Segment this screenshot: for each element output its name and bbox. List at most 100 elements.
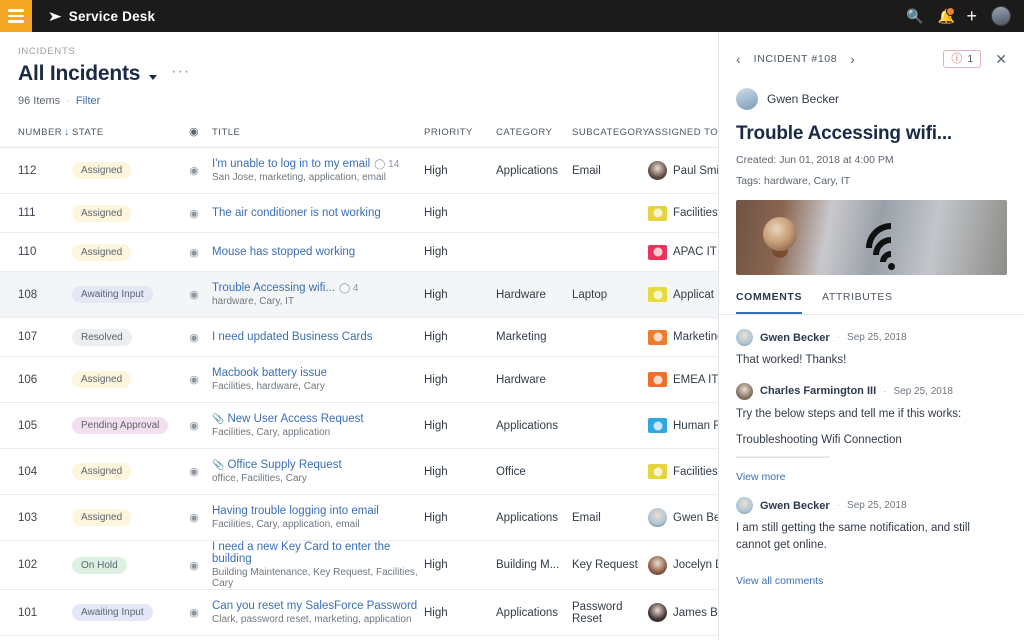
close-icon[interactable]: ✕ [995,52,1007,66]
column-header-subcategory[interactable]: SUBCATEGORY [572,125,648,148]
column-header-assigned-to[interactable]: ASSIGNED TO [648,125,718,148]
comment-avatar [736,383,753,400]
list-meta: 96 Items · Filter [18,95,700,107]
chevron-right-icon[interactable]: › [850,52,855,66]
laptop-wifi-photo[interactable] [736,200,1007,275]
eye-icon: ◉ [189,374,199,386]
table-row[interactable]: 101Awaiting Input◉Can you reset my Sales… [0,590,718,636]
incident-tags: Clark, password reset, marketing, applic… [212,614,424,625]
incident-title-link[interactable]: I'm unable to log in to my email [212,158,370,170]
cell-state: Resolved [72,318,176,357]
watch-toggle[interactable]: ◉ [176,449,212,495]
table-row[interactable]: 111Assigned◉The air conditioner is not w… [0,194,718,233]
table-row[interactable]: 106Assigned◉Macbook battery issueFacilit… [0,357,718,403]
comment-item: Gwen Becker·Sep 25, 2018That worked! Tha… [736,315,1007,369]
tab-comments[interactable]: COMMENTS [736,291,802,314]
incident-title-link[interactable]: Office Supply Request [227,459,341,471]
avatar [648,161,667,180]
cell-number: 112 [0,148,72,194]
view-all-comments-link[interactable]: View all comments [719,553,1024,587]
column-header-number[interactable]: NUMBER↓ [0,125,72,148]
table-row[interactable]: 112Assigned◉I'm unable to log in to my e… [0,148,718,194]
incident-tags: Facilities, Cary, application [212,427,424,438]
table-row[interactable]: 107Resolved◉I need updated Business Card… [0,318,718,357]
cell-title: Mouse has stopped working [212,233,424,272]
cell-subcategory [572,233,648,272]
assignee: Facilities [648,206,718,221]
notification-bell-icon[interactable]: 🔔 [937,8,952,24]
watch-toggle[interactable]: ◉ [176,590,212,636]
user-avatar[interactable] [991,6,1011,26]
incident-title-link[interactable]: I need updated Business Cards [212,331,372,343]
comment-item: Gwen Becker·Sep 25, 2018I am still getti… [736,483,1007,553]
incident-tags: hardware, Cary, IT [212,296,424,307]
cell-category: Office [496,449,572,495]
watch-toggle[interactable]: ◉ [176,495,212,541]
watch-toggle[interactable]: ◉ [176,272,212,318]
panel-reporter: Gwen Becker [719,68,1024,110]
hamburger-menu-icon[interactable] [0,0,32,32]
assignee-name: Facilities [673,207,718,219]
view-more-link[interactable]: View more [736,471,1007,483]
assignee: Paul Smit [648,161,718,180]
column-header-state[interactable]: STATE [72,125,176,148]
watch-toggle[interactable]: ◉ [176,403,212,449]
incident-title-link[interactable]: Can you reset my SalesForce Password [212,600,417,612]
table-row[interactable]: 102On Hold◉I need a new Key Card to ente… [0,541,718,590]
assignee-name: Paul Smit [673,165,718,177]
column-header-priority[interactable]: PRIORITY [424,125,496,148]
alert-badge[interactable]: ⓘ 1 [943,50,981,68]
watch-toggle[interactable]: ◉ [176,233,212,272]
table-row[interactable]: 105Pending Approval◉📎New User Access Req… [0,403,718,449]
title-line: Mouse has stopped working [212,246,424,258]
tab-attributes[interactable]: ATTRIBUTES [822,291,893,314]
watch-toggle[interactable]: ◉ [176,636,212,640]
chevron-left-icon[interactable]: ‹ [736,52,741,66]
brand[interactable]: ➤ Service Desk [49,9,155,24]
cell-subcategory [572,318,648,357]
cell-subcategory: Laptop [572,272,648,318]
cell-category [496,233,572,272]
column-header-watch[interactable]: ◉ [176,125,212,148]
title-row: All Incidents ··· [18,62,700,86]
filter-link[interactable]: Filter [76,95,100,107]
watch-toggle[interactable]: ◉ [176,541,212,590]
incident-title-link[interactable]: The air conditioner is not working [212,207,381,219]
assignee: Facilities [648,464,718,479]
table-row[interactable]: 100Resolved◉Website pages not loading qu… [0,636,718,640]
incident-title-link[interactable]: I need a new Key Card to enter the build… [212,541,390,565]
plus-icon[interactable]: + [966,7,977,25]
incident-title-link[interactable]: Trouble Accessing wifi... [212,282,335,294]
watch-toggle[interactable]: ◉ [176,357,212,403]
chevron-down-icon[interactable] [149,75,157,80]
cell-assigned-to: Facilities [648,449,718,495]
incident-title-link[interactable]: Having trouble logging into email [212,505,379,517]
column-header-title[interactable]: TITLE [212,125,424,148]
incident-title-link[interactable]: New User Access Request [227,413,363,425]
reporter-avatar [736,88,758,110]
hamburger-bar [8,15,24,18]
table-row[interactable]: 104Assigned◉📎Office Supply Requestoffice… [0,449,718,495]
cell-category: Building M... [496,541,572,590]
assignee-name: Jocelyn D [673,559,718,571]
table-row[interactable]: 108Awaiting Input◉Trouble Accessing wifi… [0,272,718,318]
cell-priority: High [424,403,496,449]
cell-title: Having trouble logging into emailFacilit… [212,495,424,541]
breadcrumb[interactable]: INCIDENTS [18,46,700,57]
watch-toggle[interactable]: ◉ [176,148,212,194]
watch-toggle[interactable]: ◉ [176,194,212,233]
column-header-category[interactable]: CATEGORY [496,125,572,148]
incident-title-link[interactable]: Macbook battery issue [212,367,327,379]
watch-toggle[interactable]: ◉ [176,318,212,357]
panel-created: Created: Jun 01, 2018 at 4:00 PM [719,145,1024,166]
eye-icon: ◉ [189,126,199,138]
more-options-icon[interactable]: ··· [171,63,190,81]
table-row[interactable]: 110Assigned◉Mouse has stopped workingHig… [0,233,718,272]
group-icon [648,245,667,260]
incident-title-link[interactable]: Mouse has stopped working [212,246,355,258]
table-row[interactable]: 103Assigned◉Having trouble logging into … [0,495,718,541]
brand-title: Service Desk [69,9,155,24]
incidents-table-container[interactable]: NUMBER↓ STATE ◉ TITLE PRIORITY CATEGORY … [0,125,718,640]
cell-assigned-to: Marketing [648,636,718,640]
search-icon[interactable]: 🔍 [906,9,923,23]
